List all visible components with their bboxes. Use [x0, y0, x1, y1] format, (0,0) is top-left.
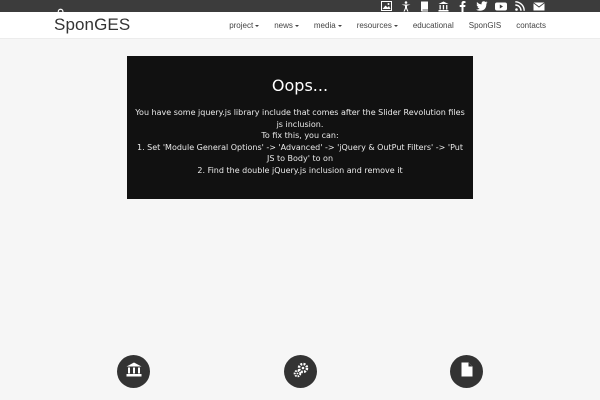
feature-institution-button[interactable] [117, 355, 150, 388]
social-links [380, 0, 545, 12]
nav-item-spongis[interactable]: SponGIS [469, 21, 501, 30]
nav-item-media[interactable]: media [314, 21, 342, 30]
nav-item-contacts[interactable]: contacts [516, 21, 546, 30]
top-bar [0, 0, 600, 17]
nav-item-project[interactable]: project [229, 21, 260, 30]
caret-down-icon [255, 25, 260, 27]
nav-item-label: resources [356, 21, 392, 30]
accessibility-icon[interactable] [399, 0, 412, 12]
caret-down-icon [337, 25, 342, 27]
twitter-icon[interactable] [475, 0, 488, 12]
nav-item-label: media [313, 21, 336, 30]
error-title: Oops... [271, 76, 329, 95]
error-line: To fix this, you can: [261, 131, 339, 140]
nav-item-label: educational [412, 21, 454, 30]
nav-item-resources[interactable]: resources [357, 21, 398, 30]
nav-item-label: project [229, 21, 254, 30]
caret-down-icon [393, 25, 398, 27]
gears-icon [293, 362, 309, 382]
site-logo[interactable]: SponGES [54, 15, 130, 35]
error-line: You have some jquery.js library include … [135, 108, 465, 129]
nav-item-news[interactable]: news [274, 21, 299, 30]
slider-error-box: Oops... You have some jquery.js library … [127, 56, 473, 199]
nav-item-label: contacts [516, 21, 546, 30]
feature-document-button[interactable] [450, 355, 483, 388]
institution-icon[interactable] [437, 0, 450, 12]
nav-item-label: SponGIS [468, 21, 502, 30]
main-nav: project news media resources educational… [229, 12, 546, 39]
site-header: SponGES project news media resources edu… [0, 12, 600, 39]
image-icon[interactable] [380, 0, 393, 12]
youtube-icon[interactable] [494, 0, 507, 12]
nav-item-label: news [274, 21, 293, 30]
error-message: You have some jquery.js library include … [135, 107, 465, 176]
facebook-icon[interactable] [456, 0, 469, 12]
book-icon[interactable] [418, 0, 431, 12]
caret-down-icon [294, 25, 299, 27]
document-icon [461, 362, 473, 381]
error-line: 2. Find the double jQuery.js inclusion a… [197, 165, 403, 175]
error-line: 1. Set 'Module General Options' -> 'Adva… [136, 142, 464, 164]
feature-gears-button[interactable] [284, 355, 317, 388]
rss-icon[interactable] [513, 0, 526, 12]
nav-item-educational[interactable]: educational [413, 21, 454, 30]
mail-icon[interactable] [532, 0, 545, 12]
institution-icon [126, 362, 142, 381]
search-icon[interactable] [57, 2, 66, 17]
